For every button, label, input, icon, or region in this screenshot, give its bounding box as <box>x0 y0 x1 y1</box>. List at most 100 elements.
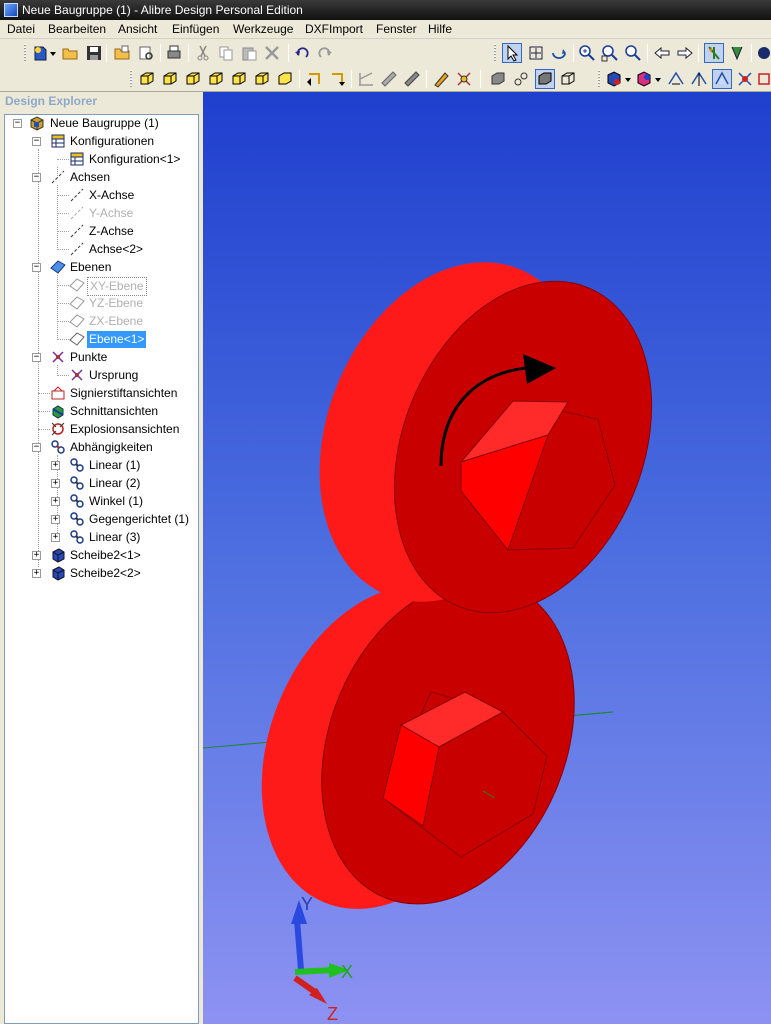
collapse-icon[interactable]: − <box>13 119 22 128</box>
zoom-window-icon[interactable] <box>600 43 620 63</box>
view-isometric-icon[interactable] <box>275 69 295 89</box>
collapse-icon[interactable]: − <box>32 137 41 146</box>
view-top-icon[interactable] <box>229 69 249 89</box>
menu-einfuegen[interactable]: Einfügen <box>172 22 219 36</box>
window-title: Neue Baugruppe (1) - Alibre Design Perso… <box>22 3 303 17</box>
view-back-icon[interactable] <box>160 69 180 89</box>
insert-dropdown-arrow-icon[interactable] <box>624 69 632 89</box>
print-icon[interactable] <box>164 43 184 63</box>
menu-dxfimport[interactable]: DXFImport <box>305 22 363 36</box>
menu-werkzeuge[interactable]: Werkzeuge <box>233 22 293 36</box>
shaded-edges-icon[interactable] <box>535 69 555 89</box>
angle-constraint-icon[interactable] <box>735 69 755 89</box>
tree-label: Ebene<1> <box>87 331 147 348</box>
expand-icon[interactable]: + <box>51 533 60 542</box>
design-tree[interactable]: − Neue Baugruppe (1) − Konfigurationen K… <box>4 114 199 1024</box>
collapse-icon[interactable]: − <box>32 443 41 452</box>
view-previous-icon[interactable] <box>304 69 324 89</box>
open-folder-icon[interactable] <box>60 43 80 63</box>
title-bar: Neue Baugruppe (1) - Alibre Design Perso… <box>0 0 771 20</box>
cut-icon[interactable] <box>193 43 213 63</box>
tree-connector <box>57 249 69 250</box>
paste-icon[interactable] <box>239 43 259 63</box>
constraint-linear-icon <box>69 457 85 473</box>
3d-viewport[interactable]: Y X Z <box>203 92 771 1024</box>
triad-x-label: X <box>341 962 353 982</box>
view-left-icon[interactable] <box>183 69 203 89</box>
upper-disc-part[interactable] <box>271 222 699 651</box>
triad-y-label: Y <box>301 894 313 914</box>
explode-icon[interactable] <box>757 69 771 89</box>
view-right-icon[interactable] <box>206 69 226 89</box>
redo-icon[interactable] <box>315 43 335 63</box>
view-front-icon[interactable] <box>137 69 157 89</box>
expand-icon[interactable]: + <box>51 497 60 506</box>
menu-hilfe[interactable]: Hilfe <box>428 22 452 36</box>
tree-label: XY-Ebene <box>87 277 147 296</box>
print-preview-icon[interactable] <box>136 43 156 63</box>
tree-label: Scheibe2<1> <box>70 548 141 562</box>
mate-icon[interactable] <box>666 69 686 89</box>
menu-ansicht[interactable]: Ansicht <box>118 22 157 36</box>
select-pointer-icon[interactable] <box>502 43 522 63</box>
wireframe-icon[interactable] <box>558 69 578 89</box>
assembly-toolbar <box>0 66 771 92</box>
point-tool-icon[interactable] <box>454 69 474 89</box>
expand-icon[interactable]: + <box>51 515 60 524</box>
tree-label: Y-Achse <box>89 206 134 220</box>
new-document-icon[interactable] <box>30 43 50 63</box>
align-icon[interactable] <box>689 69 709 89</box>
toolbar-grip <box>598 70 600 88</box>
collapse-icon[interactable]: − <box>32 353 41 362</box>
forward-arrow-icon[interactable] <box>675 43 695 63</box>
axis-icon <box>69 223 85 239</box>
tree-label: Linear (1) <box>89 458 141 472</box>
new-dropdown-arrow-icon[interactable] <box>48 43 58 63</box>
planes-icon <box>50 259 66 275</box>
view-next-icon[interactable] <box>327 69 347 89</box>
shaded-view-icon[interactable] <box>488 69 508 89</box>
hidden-lines-icon[interactable] <box>511 69 531 89</box>
zoom-in-icon[interactable] <box>577 43 597 63</box>
collapse-icon[interactable]: − <box>32 173 41 182</box>
toolbar-separator <box>299 70 300 88</box>
toolbar-grip <box>494 44 496 62</box>
render-icon[interactable] <box>755 43 771 63</box>
tree-label: Konfiguration<1> <box>89 152 181 166</box>
lower-disc-part[interactable] <box>216 542 621 947</box>
color-dropdown-arrow-icon[interactable] <box>654 69 662 89</box>
collapse-icon[interactable]: − <box>32 263 41 272</box>
constraint-icon[interactable] <box>727 43 747 63</box>
menu-datei[interactable]: Datei <box>7 22 35 36</box>
expand-icon[interactable]: + <box>51 461 60 470</box>
pencil-icon[interactable] <box>431 69 451 89</box>
back-arrow-icon[interactable] <box>652 43 672 63</box>
sketch-tool-icon[interactable] <box>379 69 399 89</box>
draw-tool-icon[interactable] <box>402 69 422 89</box>
scene-svg: Y X Z <box>203 222 699 1024</box>
menu-bearbeiten[interactable]: Bearbeiten <box>48 22 106 36</box>
tree-label: Abhängigkeiten <box>70 440 153 454</box>
save-icon[interactable] <box>84 43 104 63</box>
standard-toolbar <box>0 40 771 66</box>
expand-icon[interactable]: + <box>51 479 60 488</box>
zoom-extents-icon[interactable] <box>623 43 643 63</box>
orient-icon[interactable] <box>712 69 732 89</box>
open-file-icon[interactable] <box>112 43 132 63</box>
measure-icon[interactable] <box>356 69 376 89</box>
pan-icon[interactable] <box>526 43 546 63</box>
color-part-icon[interactable] <box>634 69 654 89</box>
view-bottom-icon[interactable] <box>252 69 272 89</box>
constraint-linear-icon <box>69 475 85 491</box>
rotate-icon[interactable] <box>549 43 569 63</box>
delete-icon[interactable] <box>262 43 282 63</box>
snap-icon[interactable] <box>704 43 724 63</box>
expand-icon[interactable]: + <box>32 569 41 578</box>
undo-icon[interactable] <box>292 43 312 63</box>
insert-part-icon[interactable] <box>604 69 624 89</box>
menu-fenster[interactable]: Fenster <box>376 22 417 36</box>
tree-label: Explosionsansichten <box>70 422 180 436</box>
copy-icon[interactable] <box>216 43 236 63</box>
expand-icon[interactable]: + <box>32 551 41 560</box>
menu-bar: Datei Bearbeiten Ansicht Einfügen Werkze… <box>0 20 771 39</box>
